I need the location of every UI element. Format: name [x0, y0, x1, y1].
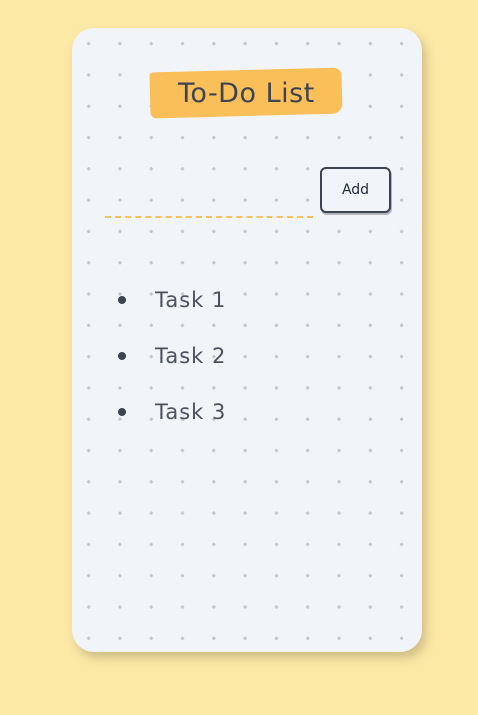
task-input[interactable]: [105, 188, 313, 218]
bullet-icon: [118, 352, 126, 360]
todo-card: To-Do List Add Task 1 Task 2 Task 3: [72, 28, 422, 652]
task-list: Task 1 Task 2 Task 3: [112, 272, 226, 440]
page-title: To-Do List: [177, 77, 315, 109]
task-label: Task 3: [155, 400, 227, 424]
add-task-button[interactable]: Add: [320, 167, 391, 213]
bullet-icon: [118, 296, 126, 304]
task-label: Task 1: [155, 288, 227, 312]
title-tag: To-Do List: [149, 67, 343, 119]
list-item[interactable]: Task 1: [112, 272, 226, 328]
bullet-icon: [118, 408, 126, 416]
task-label: Task 2: [155, 344, 227, 368]
list-item[interactable]: Task 2: [112, 328, 226, 384]
list-item[interactable]: Task 3: [112, 384, 226, 440]
